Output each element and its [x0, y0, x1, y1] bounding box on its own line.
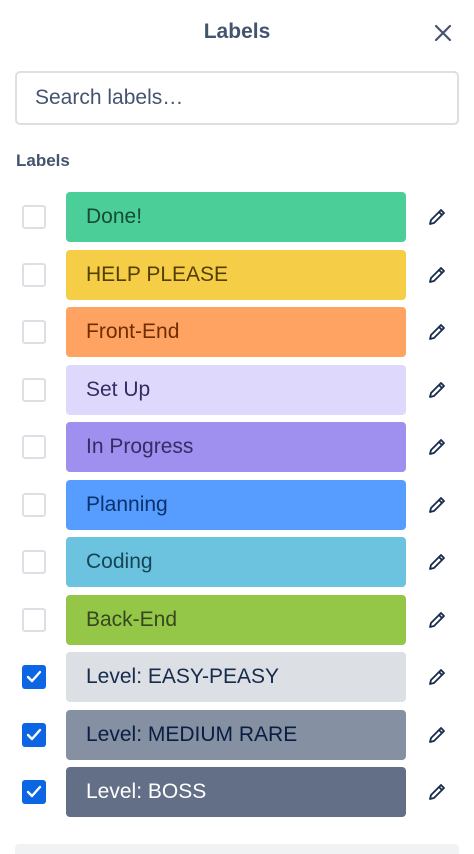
label-checkbox[interactable]	[22, 263, 46, 287]
pencil-icon	[429, 439, 445, 455]
pencil-icon	[429, 209, 445, 225]
edit-label-button[interactable]	[425, 665, 449, 689]
checkmark-icon	[26, 670, 42, 683]
popover-header: Labels	[0, 0, 474, 64]
edit-label-button[interactable]	[425, 378, 449, 402]
label-chip[interactable]: Level: BOSS	[66, 767, 406, 817]
edit-label-button[interactable]	[425, 723, 449, 747]
edit-label-button[interactable]	[425, 493, 449, 517]
label-chip[interactable]: Level: MEDIUM RARE	[66, 710, 406, 760]
pencil-icon	[429, 727, 445, 743]
edit-label-button[interactable]	[425, 435, 449, 459]
edit-label-button[interactable]	[425, 205, 449, 229]
pencil-icon	[429, 267, 445, 283]
label-checkbox[interactable]	[22, 723, 46, 747]
edit-label-button[interactable]	[425, 263, 449, 287]
label-row: Planning	[0, 480, 474, 530]
label-chip[interactable]: In Progress	[66, 422, 406, 472]
label-checkbox[interactable]	[22, 205, 46, 229]
pencil-icon	[429, 612, 445, 628]
label-chip[interactable]: Coding	[66, 537, 406, 587]
label-row: Back-End	[0, 595, 474, 645]
close-icon	[434, 24, 452, 42]
label-row: Set Up	[0, 365, 474, 415]
label-row: Level: MEDIUM RARE	[0, 710, 474, 760]
label-chip[interactable]: Set Up	[66, 365, 406, 415]
label-chip[interactable]: Back-End	[66, 595, 406, 645]
pencil-icon	[429, 497, 445, 513]
label-checkbox[interactable]	[22, 378, 46, 402]
label-chip[interactable]: Level: EASY-PEASY	[66, 652, 406, 702]
label-row: Level: EASY-PEASY	[0, 652, 474, 702]
label-checkbox[interactable]	[22, 780, 46, 804]
create-label-button[interactable]	[15, 844, 459, 854]
label-checkbox[interactable]	[22, 550, 46, 574]
label-checkbox[interactable]	[22, 493, 46, 517]
labels-section-heading: Labels	[16, 151, 70, 170]
pencil-icon	[429, 554, 445, 570]
label-row: Level: BOSS	[0, 767, 474, 817]
label-chip[interactable]: HELP PLEASE	[66, 250, 406, 300]
label-checkbox[interactable]	[22, 435, 46, 459]
label-chip[interactable]: Planning	[66, 480, 406, 530]
label-row: Coding	[0, 537, 474, 587]
edit-label-button[interactable]	[425, 550, 449, 574]
pencil-icon	[429, 784, 445, 800]
edit-label-button[interactable]	[425, 780, 449, 804]
label-checkbox[interactable]	[22, 320, 46, 344]
label-checkbox[interactable]	[22, 665, 46, 689]
pencil-icon	[429, 382, 445, 398]
edit-label-button[interactable]	[425, 608, 449, 632]
pencil-icon	[429, 669, 445, 685]
label-chip[interactable]: Front-End	[66, 307, 406, 357]
edit-label-button[interactable]	[425, 320, 449, 344]
checkmark-icon	[26, 785, 42, 798]
checkmark-icon	[26, 728, 42, 741]
label-row: HELP PLEASE	[0, 250, 474, 300]
popover-title: Labels	[203, 20, 271, 43]
label-chip[interactable]: Done!	[66, 192, 406, 242]
pencil-icon	[429, 324, 445, 340]
label-row: Front-End	[0, 307, 474, 357]
label-checkbox[interactable]	[22, 608, 46, 632]
label-row: Done!	[0, 192, 474, 242]
close-button[interactable]	[428, 18, 458, 48]
search-labels-input[interactable]	[17, 73, 457, 123]
search-box	[15, 71, 459, 125]
label-row: In Progress	[0, 422, 474, 472]
